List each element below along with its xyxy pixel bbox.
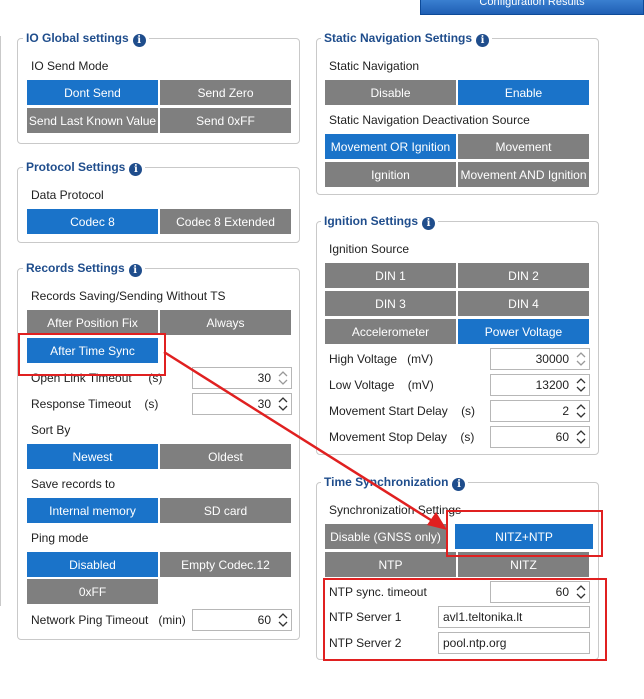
annotation-arrow xyxy=(163,350,447,530)
